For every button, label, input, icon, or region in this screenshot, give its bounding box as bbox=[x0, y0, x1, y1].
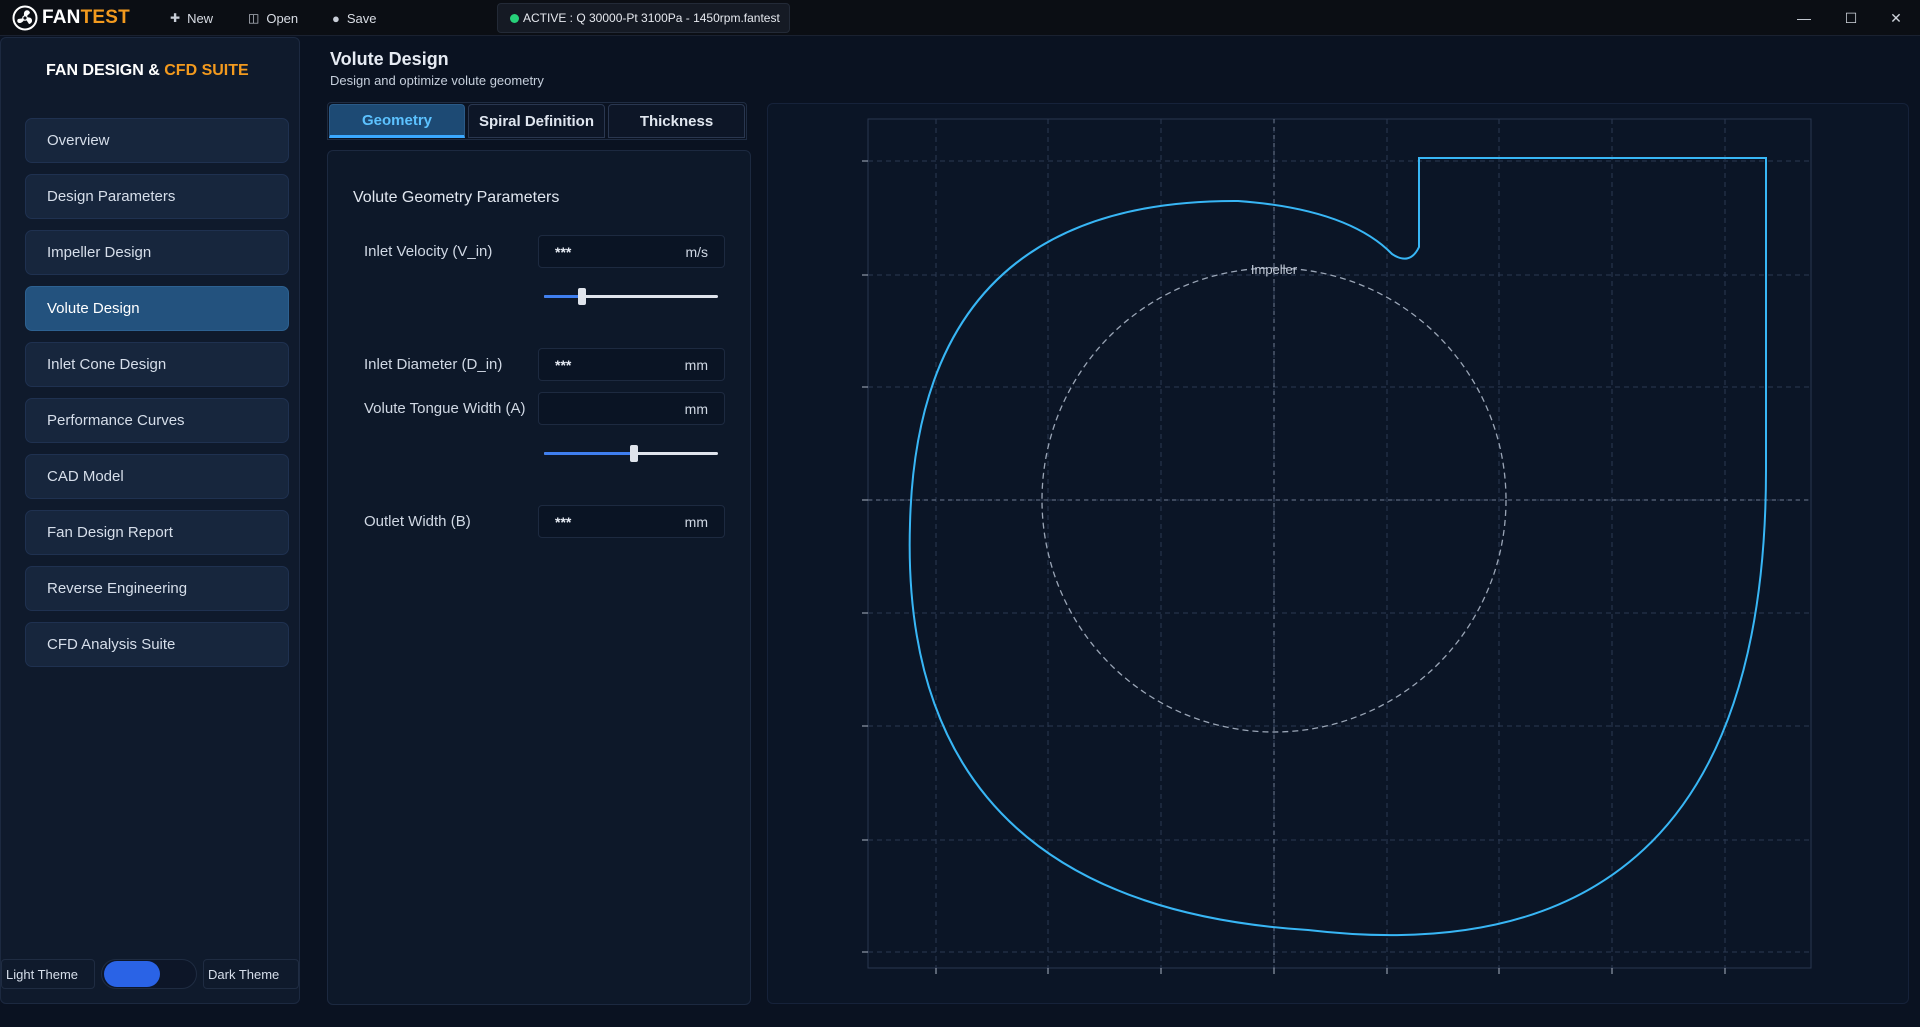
inlet-diameter-input[interactable]: *** mm bbox=[538, 348, 725, 381]
maximize-icon[interactable]: ☐ bbox=[1836, 6, 1866, 30]
slider-fill bbox=[544, 452, 634, 455]
open-button[interactable]: ◫ Open bbox=[248, 9, 298, 27]
sidebar-item-reverse-engineering[interactable]: Reverse Engineering bbox=[25, 566, 289, 611]
page-subtitle: Design and optimize volute geometry bbox=[330, 73, 544, 88]
inlet-velocity-input[interactable]: *** m/s bbox=[538, 235, 725, 268]
sidebar-item-inlet-cone-design[interactable]: Inlet Cone Design bbox=[25, 342, 289, 387]
slider-thumb[interactable] bbox=[630, 445, 638, 462]
active-file-name: Q 30000-Pt 3100Pa - 1450rpm.fantest bbox=[576, 11, 780, 25]
theme-toggle-knob bbox=[104, 961, 160, 987]
grid-vertical bbox=[935, 119, 1726, 968]
sidebar-item-performance-curves[interactable]: Performance Curves bbox=[25, 398, 289, 443]
plus-icon: ✚ bbox=[170, 11, 181, 25]
tab-bar: Geometry Spiral Definition Thickness bbox=[327, 102, 747, 140]
outlet-width-label: Outlet Width (B) bbox=[364, 513, 471, 530]
tongue-width-slider[interactable] bbox=[544, 445, 718, 462]
sidebar-item-impeller-design[interactable]: Impeller Design bbox=[25, 230, 289, 275]
geometry-parameters-panel: Volute Geometry Parameters Inlet Velocit… bbox=[327, 150, 751, 1005]
sidebar-item-overview[interactable]: Overview bbox=[25, 118, 289, 163]
outlet-width-input[interactable]: *** mm bbox=[538, 505, 725, 538]
app-logo: FANTEST bbox=[12, 5, 130, 31]
inlet-velocity-label: Inlet Velocity (V_in) bbox=[364, 243, 493, 260]
sidebar-item-fan-design-report[interactable]: Fan Design Report bbox=[25, 510, 289, 555]
inlet-velocity-value: *** bbox=[555, 244, 572, 260]
close-icon[interactable]: ✕ bbox=[1881, 6, 1911, 30]
page-title: Volute Design bbox=[330, 49, 449, 69]
tongue-width-unit: mm bbox=[684, 401, 708, 417]
inlet-velocity-slider[interactable] bbox=[544, 288, 718, 305]
theme-toggle[interactable] bbox=[101, 959, 197, 989]
axis-ticks bbox=[862, 160, 1726, 974]
theme-switcher: Light Theme Dark Theme bbox=[1, 959, 299, 989]
save-button[interactable]: ● Save bbox=[332, 9, 377, 27]
sidebar-item-design-parameters[interactable]: Design Parameters bbox=[25, 174, 289, 219]
inlet-diameter-unit: mm bbox=[684, 357, 708, 373]
sidebar: FAN DESIGN & CFD SUITE Overview Design P… bbox=[0, 37, 300, 1004]
active-label: ACTIVE : bbox=[523, 11, 577, 25]
active-project-indicator: ACTIVE : Q 30000-Pt 3100Pa - 1450rpm.fan… bbox=[497, 3, 790, 33]
new-button[interactable]: ✚ New bbox=[170, 9, 213, 27]
panel-title: Volute Geometry Parameters bbox=[353, 189, 560, 206]
grid-horizontal bbox=[868, 160, 1811, 953]
inlet-velocity-unit: m/s bbox=[685, 244, 708, 260]
outlet-width-value: *** bbox=[555, 514, 572, 530]
minimize-icon[interactable]: — bbox=[1789, 6, 1819, 30]
plot-frame bbox=[867, 118, 1812, 969]
inlet-diameter-label: Inlet Diameter (D_in) bbox=[364, 356, 503, 373]
sidebar-item-cfd-analysis-suite[interactable]: CFD Analysis Suite bbox=[25, 622, 289, 667]
app-name: FANTEST bbox=[42, 7, 130, 28]
tongue-width-label: Volute Tongue Width (A) bbox=[364, 400, 526, 417]
impeller-label: Impeller bbox=[1251, 262, 1298, 277]
fan-logo-icon bbox=[12, 5, 38, 31]
open-icon: ◫ bbox=[248, 11, 260, 25]
sidebar-item-volute-design[interactable]: Volute Design bbox=[25, 286, 289, 331]
sidebar-item-cad-model[interactable]: CAD Model bbox=[25, 454, 289, 499]
outlet-width-unit: mm bbox=[684, 514, 708, 530]
status-dot-icon bbox=[510, 13, 519, 23]
tab-geometry[interactable]: Geometry bbox=[329, 104, 465, 138]
inlet-diameter-value: *** bbox=[555, 357, 572, 373]
title-bar: FANTEST ✚ New ◫ Open ● Save ACTIVE : Q 3000… bbox=[0, 0, 1920, 36]
tab-spiral-definition[interactable]: Spiral Definition bbox=[468, 104, 605, 138]
save-icon: ● bbox=[332, 10, 340, 26]
volute-plot: Impeller bbox=[862, 118, 1812, 974]
suite-brand: FAN DESIGN & CFD SUITE bbox=[46, 62, 249, 79]
light-theme-label[interactable]: Light Theme bbox=[1, 959, 95, 989]
tongue-width-input[interactable]: mm bbox=[538, 392, 725, 425]
slider-fill bbox=[544, 295, 582, 298]
volute-preview-canvas[interactable]: Impeller bbox=[767, 103, 1909, 1004]
dark-theme-label[interactable]: Dark Theme bbox=[203, 959, 299, 989]
tab-thickness[interactable]: Thickness bbox=[608, 104, 745, 138]
slider-thumb[interactable] bbox=[578, 288, 586, 305]
